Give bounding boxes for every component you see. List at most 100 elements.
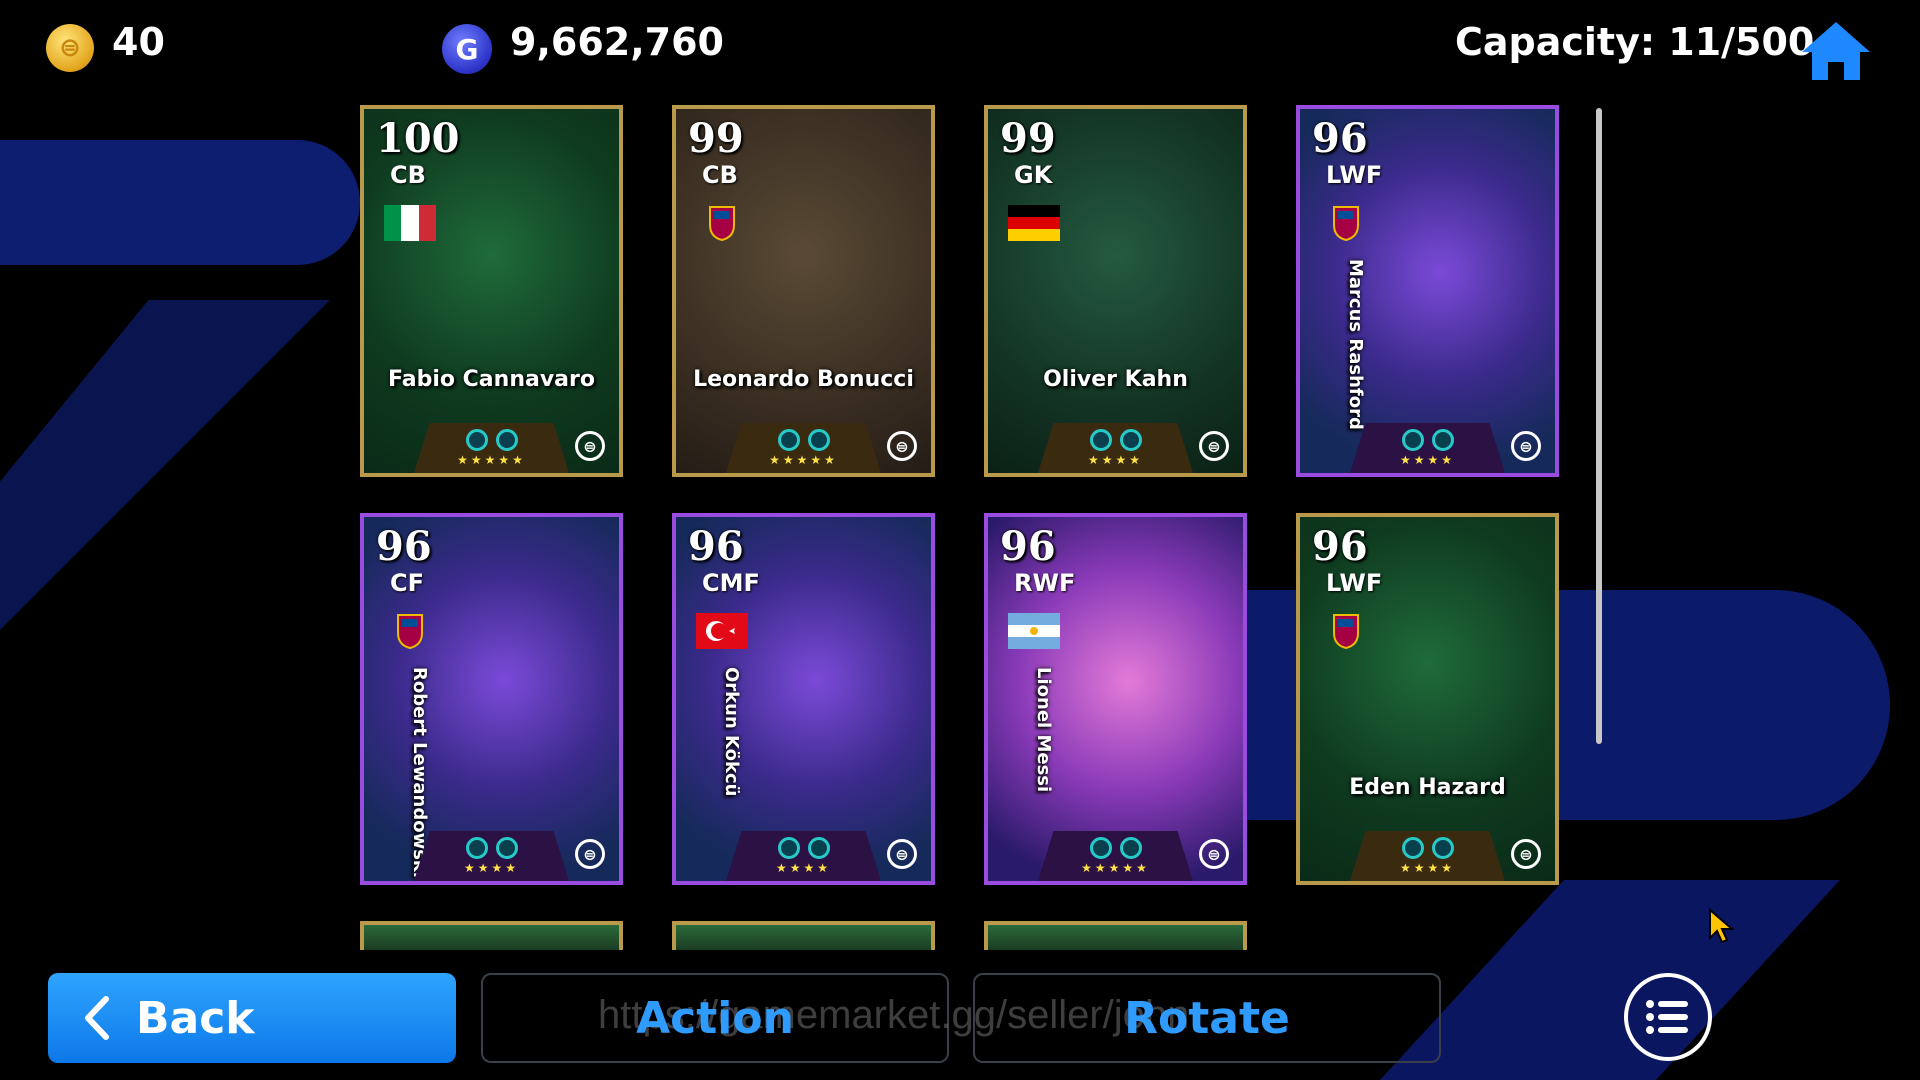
argentina-flag-icon	[1008, 613, 1060, 649]
player-position: CB	[390, 161, 426, 189]
back-label: Back	[136, 992, 255, 1044]
player-position: LWF	[1326, 161, 1383, 189]
player-name: Fabio Cannavaro	[388, 367, 595, 392]
player-rating: 100	[376, 115, 460, 162]
player-card[interactable]: 96 LWF Marcus Rashford ★★★★ ⊜	[1296, 105, 1559, 477]
card-footer: ★★★★	[1350, 831, 1505, 881]
rotate-label: Rotate	[1124, 992, 1290, 1044]
italy-flag-icon	[384, 205, 436, 241]
card-footer: ★★★★★	[414, 423, 569, 473]
mouse-cursor-icon	[1709, 908, 1734, 944]
card-footer: ★★★★★	[726, 423, 881, 473]
card-footer: ★★★★	[726, 831, 881, 881]
background-shape	[0, 140, 360, 265]
skill-icon	[777, 429, 800, 451]
star-rating: ★★★★	[463, 861, 520, 875]
skill-icon	[465, 429, 488, 451]
skill-icon	[1431, 837, 1454, 859]
player-card[interactable]: 96 RWF Lionel Messi ★★★★★ ⊜	[984, 513, 1247, 885]
skill-icon	[1431, 429, 1454, 451]
player-name: Orkun Kökcü	[721, 667, 742, 797]
club-crest-icon	[1333, 206, 1359, 241]
card-footer: ★★★★	[1350, 423, 1505, 473]
star-rating: ★★★★★	[769, 453, 838, 467]
player-position: RWF	[1014, 569, 1076, 597]
player-rating: 99	[1000, 115, 1056, 162]
turkey-flag-icon	[696, 613, 748, 649]
player-rating: 96	[1000, 523, 1056, 570]
gp-icon: G	[442, 24, 492, 74]
player-card-partial[interactable]	[984, 921, 1247, 950]
player-rating: 99	[688, 115, 744, 162]
scrollbar[interactable]	[1596, 108, 1602, 744]
player-card[interactable]: 96 CMF Orkun Kökcü ★★★★ ⊜	[672, 513, 935, 885]
player-rating: 96	[688, 523, 744, 570]
skill-icon	[1089, 837, 1112, 859]
efootball-logo-icon: ⊜	[575, 431, 605, 461]
player-position: CMF	[702, 569, 760, 597]
efootball-logo-icon: ⊜	[887, 839, 917, 869]
skill-icon	[1401, 429, 1424, 451]
germany-flag-icon	[1008, 205, 1060, 241]
player-card[interactable]: 96 LWF Eden Hazard ★★★★ ⊜	[1296, 513, 1559, 885]
card-footer: ★★★★	[1038, 423, 1193, 473]
player-name: Eden Hazard	[1349, 775, 1506, 800]
gp-balance: 9,662,760	[510, 20, 724, 64]
efootball-logo-icon: ⊜	[1511, 839, 1541, 869]
skill-icon	[495, 837, 518, 859]
player-rating: 96	[1312, 115, 1368, 162]
skill-icon	[807, 429, 830, 451]
efootball-logo-icon: ⊜	[575, 839, 605, 869]
efootball-logo-icon: ⊜	[1199, 431, 1229, 461]
club-crest-icon	[397, 614, 423, 649]
skill-icon	[1401, 837, 1424, 859]
player-name: Oliver Kahn	[1043, 367, 1188, 392]
star-rating: ★★★★	[775, 861, 832, 875]
skill-icon	[777, 837, 800, 859]
player-name: Marcus Rashford	[1345, 259, 1366, 430]
skill-icon	[1119, 837, 1142, 859]
player-name: Lionel Messi	[1033, 667, 1054, 793]
card-footer: ★★★★	[414, 831, 569, 881]
efootball-logo-icon: ⊜	[1199, 839, 1229, 869]
background-shape	[0, 300, 330, 630]
star-rating: ★★★★★	[1081, 861, 1150, 875]
player-card[interactable]: 99 GK Oliver Kahn ★★★★ ⊜	[984, 105, 1247, 477]
star-rating: ★★★★★	[457, 453, 526, 467]
player-position: CB	[702, 161, 738, 189]
coins-balance: 40	[112, 20, 165, 64]
club-crest-icon	[1333, 614, 1359, 649]
club-crest-icon	[709, 206, 735, 241]
efootball-logo-icon: ⊜	[1511, 431, 1541, 461]
player-card[interactable]: 99 CB Leonardo Bonucci ★★★★★ ⊜	[672, 105, 935, 477]
player-card-grid[interactable]: 100 CB Fabio Cannavaro ★★★★★ ⊜ 99 CB Leonardo B…	[360, 105, 1560, 950]
player-position: CF	[390, 569, 425, 597]
player-rating: 96	[1312, 523, 1368, 570]
player-name: Leonardo Bonucci	[693, 367, 914, 392]
skill-icon	[1089, 429, 1112, 451]
coin-icon: ⊜	[46, 24, 94, 72]
efootball-logo-icon: ⊜	[887, 431, 917, 461]
skill-icon	[495, 429, 518, 451]
star-rating: ★★★★	[1087, 453, 1144, 467]
star-rating: ★★★★	[1399, 861, 1456, 875]
player-card-partial[interactable]	[672, 921, 935, 950]
menu-button[interactable]	[1624, 973, 1712, 1061]
back-button[interactable]: Back	[48, 973, 456, 1063]
card-footer: ★★★★★	[1038, 831, 1193, 881]
skill-icon	[1119, 429, 1142, 451]
squad-capacity: Capacity: 11/500	[1455, 20, 1815, 64]
home-icon[interactable]	[1800, 18, 1872, 82]
chevron-left-icon	[85, 996, 109, 1040]
player-card-partial[interactable]	[360, 921, 623, 950]
player-position: GK	[1014, 161, 1053, 189]
player-position: LWF	[1326, 569, 1383, 597]
skill-icon	[807, 837, 830, 859]
action-label: Action	[636, 992, 794, 1044]
player-card[interactable]: 100 CB Fabio Cannavaro ★★★★★ ⊜	[360, 105, 623, 477]
list-menu-icon	[1646, 1000, 1688, 1034]
player-rating: 96	[376, 523, 432, 570]
player-card[interactable]: 96 CF Robert Lewandowski ★★★★ ⊜	[360, 513, 623, 885]
star-rating: ★★★★	[1399, 453, 1456, 467]
skill-icon	[465, 837, 488, 859]
